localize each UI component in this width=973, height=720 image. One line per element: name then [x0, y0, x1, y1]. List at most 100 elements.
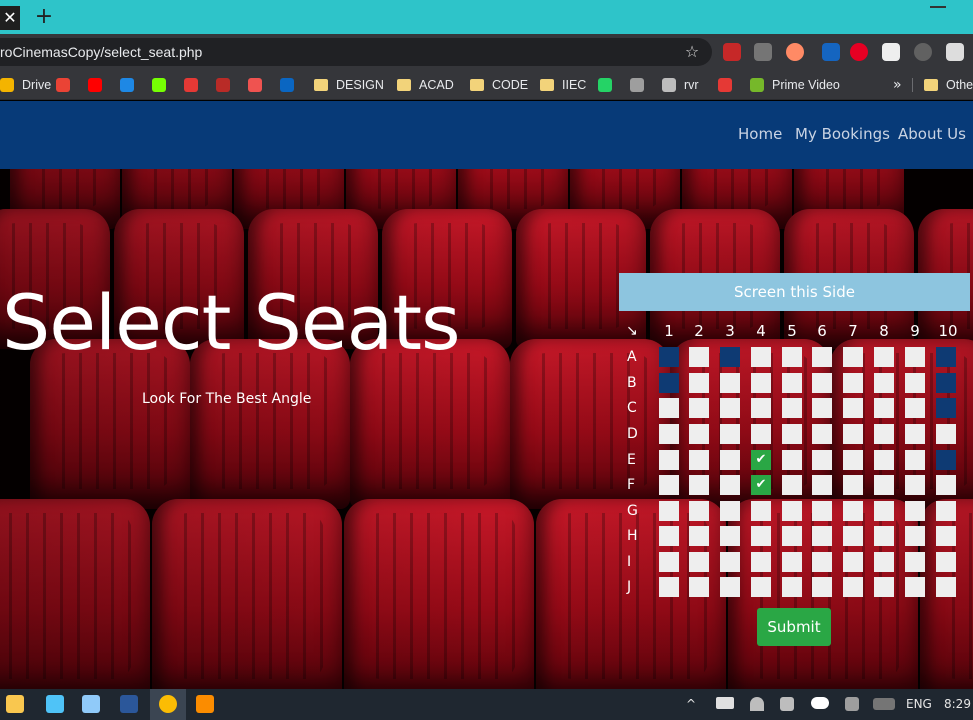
wifi-icon[interactable] [750, 697, 764, 711]
seat-D4[interactable] [751, 424, 771, 444]
seat-C2[interactable] [689, 398, 709, 418]
seat-C6[interactable] [812, 398, 832, 418]
seat-C7[interactable] [843, 398, 863, 418]
seat-E3[interactable] [720, 450, 740, 470]
seat-F6[interactable] [812, 475, 832, 495]
bookmarks-overflow-button[interactable]: » [893, 75, 902, 95]
seat-A4[interactable] [751, 347, 771, 367]
seat-E2[interactable] [689, 450, 709, 470]
submit-button[interactable]: Submit [757, 608, 831, 646]
seat-A6[interactable] [812, 347, 832, 367]
seat-B5[interactable] [782, 373, 802, 393]
seat-D1[interactable] [659, 424, 679, 444]
tray-up-arrow-icon[interactable]: ^ [686, 696, 696, 713]
seat-I8[interactable] [874, 552, 894, 572]
seat-C3[interactable] [720, 398, 740, 418]
seat-J3[interactable] [720, 577, 740, 597]
seat-H5[interactable] [782, 526, 802, 546]
seat-H8[interactable] [874, 526, 894, 546]
seat-J6[interactable] [812, 577, 832, 597]
seat-A5[interactable] [782, 347, 802, 367]
seat-J4[interactable] [751, 577, 771, 597]
seat-D5[interactable] [782, 424, 802, 444]
seat-E6[interactable] [812, 450, 832, 470]
seat-D10[interactable] [936, 424, 956, 444]
bookmark-item[interactable] [280, 75, 294, 95]
seat-F8[interactable] [874, 475, 894, 495]
seat-J9[interactable] [905, 577, 925, 597]
seat-B7[interactable] [843, 373, 863, 393]
seat-G8[interactable] [874, 501, 894, 521]
seat-D2[interactable] [689, 424, 709, 444]
nav-about-us-link[interactable]: About Us [898, 125, 966, 143]
seat-B3[interactable] [720, 373, 740, 393]
seat-G4[interactable] [751, 501, 771, 521]
seat-E1[interactable] [659, 450, 679, 470]
seat-E7[interactable] [843, 450, 863, 470]
seat-B2[interactable] [689, 373, 709, 393]
seat-G6[interactable] [812, 501, 832, 521]
notion-icon[interactable] [882, 43, 900, 61]
seat-H4[interactable] [751, 526, 771, 546]
seat-C4[interactable] [751, 398, 771, 418]
seat-J10[interactable] [936, 577, 956, 597]
seat-C1[interactable] [659, 398, 679, 418]
seat-J2[interactable] [689, 577, 709, 597]
language-indicator[interactable]: ENG [906, 696, 932, 713]
seat-B4[interactable] [751, 373, 771, 393]
bookmark-item[interactable]: Prime Video [750, 75, 840, 95]
seat-I2[interactable] [689, 552, 709, 572]
bookmark-item[interactable] [718, 75, 732, 95]
nav-my-bookings-link[interactable]: My Bookings [795, 125, 890, 143]
bookmark-item[interactable] [248, 75, 262, 95]
seat-G7[interactable] [843, 501, 863, 521]
seat-D6[interactable] [812, 424, 832, 444]
seat-A7[interactable] [843, 347, 863, 367]
extension-eyedropper-icon[interactable] [822, 43, 840, 61]
bookmark-item[interactable] [184, 75, 198, 95]
bookmark-item[interactable]: CODE [470, 75, 528, 95]
battery-icon[interactable] [716, 697, 734, 709]
window-minimize-button[interactable] [930, 6, 946, 8]
seat-C8[interactable] [874, 398, 894, 418]
seat-B9[interactable] [905, 373, 925, 393]
seat-J5[interactable] [782, 577, 802, 597]
seat-D3[interactable] [720, 424, 740, 444]
seat-H9[interactable] [905, 526, 925, 546]
extension-capsule-icon[interactable] [786, 43, 804, 61]
url-text[interactable]: roCinemasCopy/select_seat.php [0, 38, 202, 66]
seat-H7[interactable] [843, 526, 863, 546]
seat-I5[interactable] [782, 552, 802, 572]
seat-J8[interactable] [874, 577, 894, 597]
bookmark-item[interactable]: IIEC [540, 75, 586, 95]
clock[interactable]: 8:29 [944, 696, 971, 713]
chrome-icon[interactable] [159, 695, 177, 713]
pen-icon[interactable] [845, 697, 859, 711]
seat-C5[interactable] [782, 398, 802, 418]
seat-I1[interactable] [659, 552, 679, 572]
seat-H1[interactable] [659, 526, 679, 546]
seat-C9[interactable] [905, 398, 925, 418]
seat-A9[interactable] [905, 347, 925, 367]
address-bar[interactable]: roCinemasCopy/select_seat.php ☆ [0, 38, 712, 66]
seat-A8[interactable] [874, 347, 894, 367]
seat-F2[interactable] [689, 475, 709, 495]
nav-home-link[interactable]: Home [738, 125, 782, 143]
seat-F10[interactable] [936, 475, 956, 495]
seat-E8[interactable] [874, 450, 894, 470]
bookmark-item[interactable]: DESIGN [314, 75, 384, 95]
bookmark-item[interactable] [630, 75, 644, 95]
network-app-icon[interactable] [82, 695, 100, 713]
seat-F1[interactable] [659, 475, 679, 495]
phone-app-icon[interactable] [46, 695, 64, 713]
seat-G2[interactable] [689, 501, 709, 521]
seat-H2[interactable] [689, 526, 709, 546]
seat-G1[interactable] [659, 501, 679, 521]
seat-F5[interactable] [782, 475, 802, 495]
seat-F7[interactable] [843, 475, 863, 495]
seat-J7[interactable] [843, 577, 863, 597]
seat-B6[interactable] [812, 373, 832, 393]
seat-G3[interactable] [720, 501, 740, 521]
bookmark-item[interactable] [216, 75, 230, 95]
tab-close-button[interactable]: ✕ [0, 6, 20, 30]
